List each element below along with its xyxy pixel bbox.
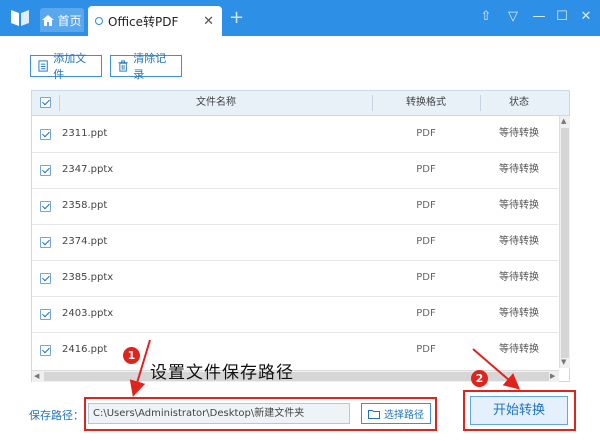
file-status: 等待转换	[499, 344, 539, 355]
add-file-button[interactable]: 添加文件	[30, 52, 102, 81]
step-badge-2: 2	[471, 370, 488, 387]
app-logo-icon	[11, 10, 29, 26]
skin-icon[interactable]: ⇧	[478, 9, 494, 24]
select-all-checkbox[interactable]	[40, 97, 51, 108]
tab-office-to-pdf[interactable]: Office转PDF ✕	[88, 6, 222, 36]
close-window-icon[interactable]: ✕	[578, 9, 594, 24]
row-checkbox[interactable]	[40, 273, 51, 284]
table-row[interactable]: 2358.ppt PDF 等待转换	[32, 188, 558, 225]
file-name: 2358.ppt	[62, 200, 108, 211]
table-row[interactable]: 2347.pptx PDF 等待转换	[32, 152, 558, 189]
file-status: 等待转换	[499, 200, 539, 211]
file-name: 2347.pptx	[62, 164, 114, 175]
table-row[interactable]: 2385.pptx PDF 等待转换	[32, 260, 558, 297]
file-format: PDF	[416, 128, 436, 139]
file-table: 文件名称 转换格式 状态 2311.ppt PDF 等待转换 2347.pptx…	[31, 90, 570, 382]
vertical-scrollbar[interactable]: ▲ ▼	[559, 116, 570, 368]
file-name: 2385.pptx	[62, 272, 114, 283]
title-bar: 首页 Office转PDF ✕ + ⇧ ▽ — ☐ ✕	[0, 0, 600, 36]
scroll-up-icon[interactable]: ▲	[561, 117, 566, 125]
step-badge-1: 1	[123, 347, 140, 364]
row-checkbox[interactable]	[40, 309, 51, 320]
tab-close-icon[interactable]: ✕	[203, 14, 214, 29]
file-name: 2374.ppt	[62, 236, 108, 247]
table-row[interactable]: 2374.ppt PDF 等待转换	[32, 224, 558, 261]
trash-icon	[118, 60, 128, 72]
annotation-hint-text: 设置文件保存路径	[150, 363, 294, 383]
highlight-box-start	[463, 390, 576, 431]
file-format: PDF	[416, 200, 436, 211]
minimize-icon[interactable]: —	[531, 9, 547, 24]
file-format: PDF	[416, 236, 436, 247]
save-path-label: 保存路径：	[29, 409, 84, 422]
row-checkbox[interactable]	[40, 201, 51, 212]
scroll-right-icon[interactable]: ▶	[550, 372, 555, 380]
row-checkbox[interactable]	[40, 165, 51, 176]
tab-home-label: 首页	[57, 13, 82, 28]
file-name: 2403.pptx	[62, 308, 114, 319]
table-header: 文件名称 转换格式 状态	[32, 91, 569, 116]
table-row[interactable]: 2311.ppt PDF 等待转换	[32, 116, 558, 153]
table-row[interactable]: 2416.ppt PDF 等待转换	[32, 332, 558, 368]
row-checkbox[interactable]	[40, 237, 51, 248]
menu-dropdown-icon[interactable]: ▽	[505, 9, 521, 24]
tab-home[interactable]: 首页	[40, 8, 84, 32]
file-status: 等待转换	[499, 164, 539, 175]
clear-records-label: 清除记录	[133, 52, 167, 81]
table-row[interactable]: 2403.pptx PDF 等待转换	[32, 296, 558, 333]
file-name: 2311.ppt	[62, 128, 108, 139]
file-status: 等待转换	[499, 308, 539, 319]
row-checkbox[interactable]	[40, 345, 51, 356]
new-tab-plus-icon[interactable]: +	[229, 7, 244, 28]
scroll-left-icon[interactable]: ◀	[34, 372, 39, 380]
file-status: 等待转换	[499, 128, 539, 139]
file-status: 等待转换	[499, 272, 539, 283]
file-name: 2416.ppt	[62, 344, 108, 355]
file-status: 等待转换	[499, 236, 539, 247]
add-file-label: 添加文件	[53, 52, 87, 81]
row-checkbox[interactable]	[40, 129, 51, 140]
highlight-box-path	[84, 397, 437, 431]
column-header-status[interactable]: 状态	[480, 91, 558, 115]
file-format: PDF	[416, 164, 436, 175]
vertical-scroll-thumb[interactable]	[561, 128, 569, 358]
file-format: PDF	[416, 344, 436, 355]
file-format: PDF	[416, 272, 436, 283]
add-file-icon	[38, 60, 48, 72]
maximize-icon[interactable]: ☐	[554, 9, 570, 24]
tab-indicator-icon	[95, 17, 103, 25]
home-icon	[42, 14, 55, 26]
column-header-filename[interactable]: 文件名称	[60, 91, 372, 115]
file-format: PDF	[416, 308, 436, 319]
column-header-format[interactable]: 转换格式	[372, 91, 480, 115]
clear-records-button[interactable]: 清除记录	[110, 52, 182, 81]
scroll-down-icon[interactable]: ▼	[561, 358, 566, 366]
tab-office-to-pdf-label: Office转PDF	[108, 14, 179, 29]
